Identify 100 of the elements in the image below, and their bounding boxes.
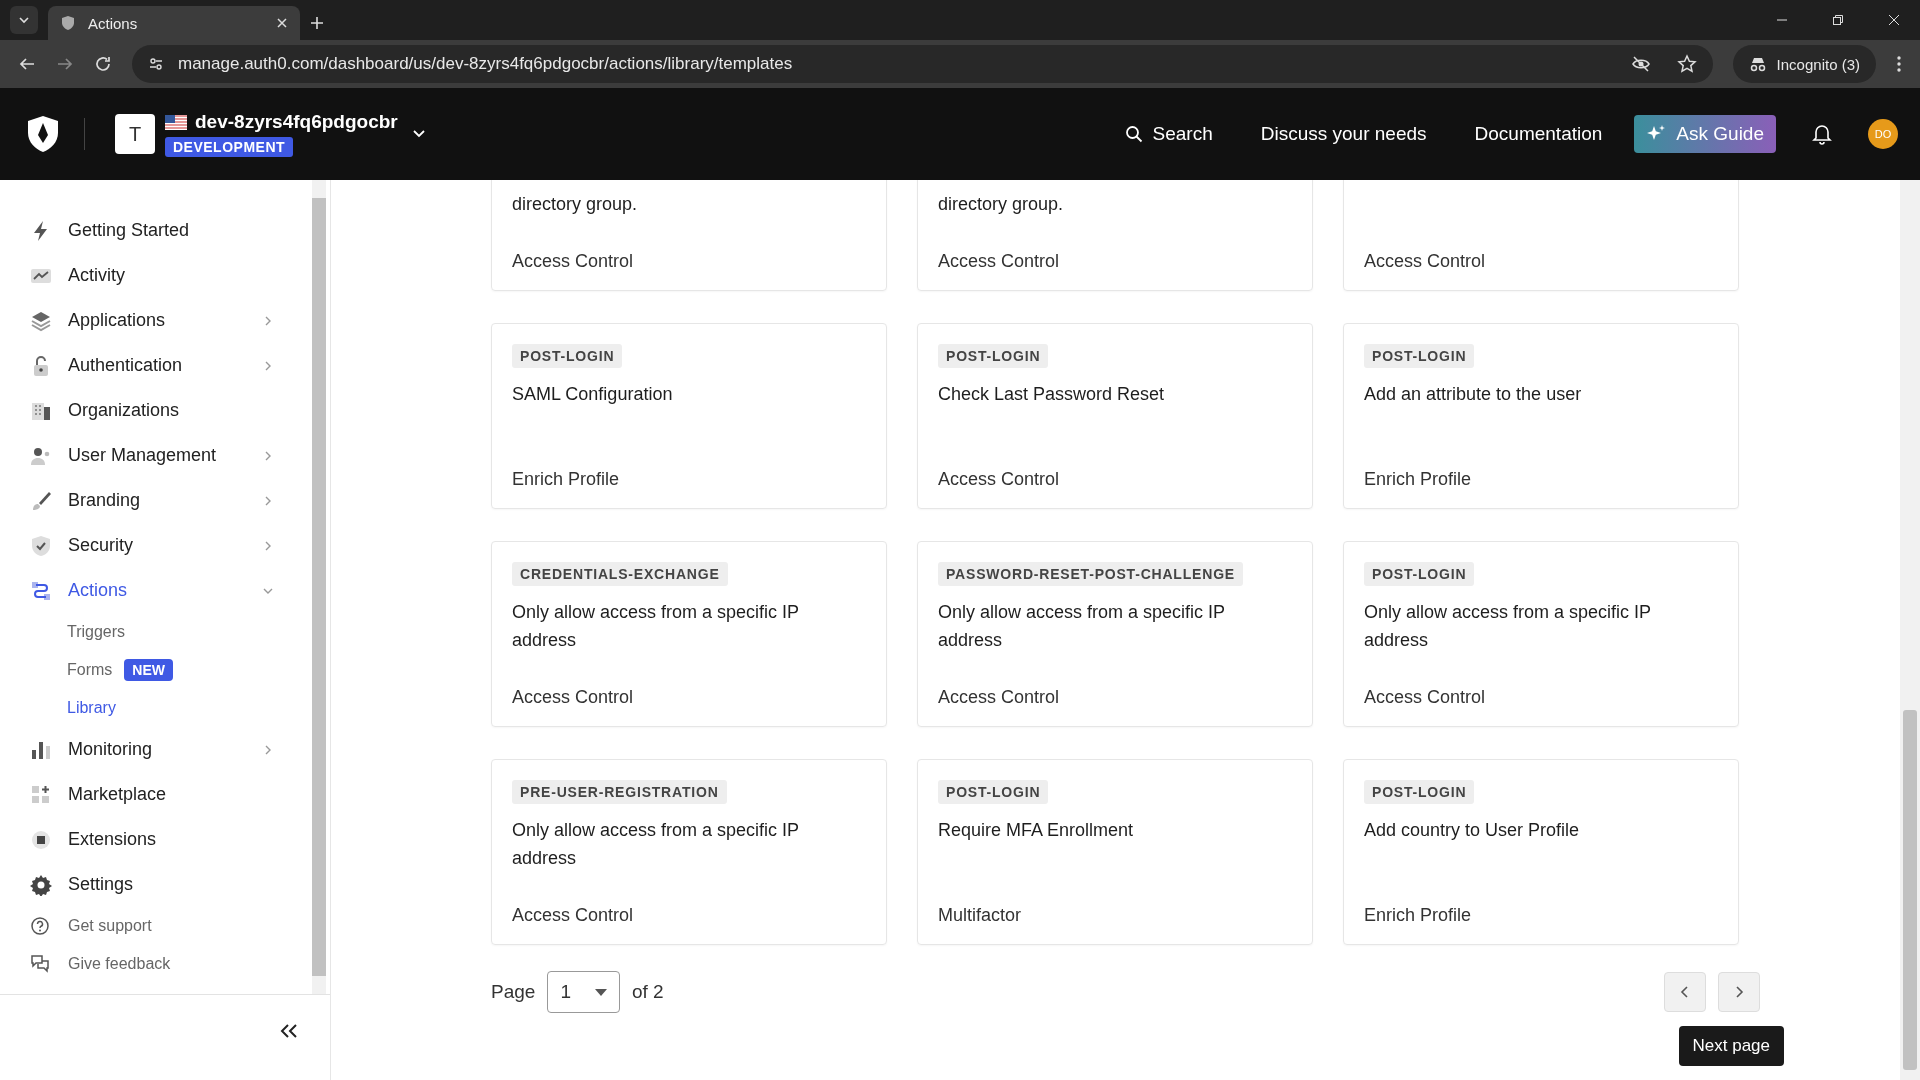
nav-item[interactable]: Marketplace bbox=[30, 772, 312, 817]
shield-logo-icon[interactable] bbox=[26, 115, 60, 153]
trigger-tag: POST-LOGIN bbox=[1364, 344, 1475, 368]
brush-icon bbox=[30, 489, 52, 512]
site-settings-icon[interactable] bbox=[148, 56, 164, 72]
template-category: Access Control bbox=[938, 687, 1061, 708]
scrollbar[interactable] bbox=[1900, 180, 1920, 1080]
template-category: Access Control bbox=[512, 251, 635, 272]
new-badge: NEW bbox=[124, 659, 173, 681]
template-title: Only allow access from a specific IP address bbox=[1364, 601, 1652, 652]
close-icon[interactable] bbox=[1888, 14, 1900, 26]
trigger-tag: POST-LOGIN bbox=[1364, 780, 1475, 804]
trigger-tag: POST-LOGIN bbox=[938, 780, 1049, 804]
template-category: Access Control bbox=[512, 905, 635, 926]
shield-icon bbox=[60, 15, 76, 31]
ask-guide-button[interactable]: Ask Guide bbox=[1634, 115, 1776, 153]
caret-icon bbox=[594, 988, 607, 996]
trigger-tag: CREDENTIALS-EXCHANGE bbox=[512, 562, 728, 586]
nav-item[interactable]: Activity bbox=[30, 253, 312, 298]
template-card[interactable]: directory group. Access Control bbox=[917, 180, 1313, 291]
page-count: of 2 bbox=[631, 981, 664, 1003]
template-card[interactable]: POST-LOGIN Only allow access from a specific IP address Access Control bbox=[1343, 541, 1739, 727]
template-category: Access Control bbox=[938, 469, 1061, 490]
template-title: directory group. bbox=[938, 193, 1065, 216]
gear-icon bbox=[30, 873, 52, 896]
reload-icon[interactable] bbox=[94, 55, 112, 73]
more-icon[interactable] bbox=[1896, 55, 1902, 73]
template-category: Enrich Profile bbox=[1364, 905, 1473, 926]
template-title: directory group. bbox=[512, 193, 639, 216]
chevron-left-icon bbox=[1680, 985, 1690, 999]
page-select[interactable]: 1 bbox=[547, 971, 620, 1013]
trigger-tag: POST-LOGIN bbox=[512, 344, 623, 368]
nav-item[interactable]: Monitoring bbox=[30, 727, 312, 772]
environment-badge: DEVELOPMENT bbox=[165, 137, 294, 157]
nav-item[interactable]: Actions bbox=[30, 568, 312, 613]
nav-item[interactable]: Organizations bbox=[30, 388, 312, 433]
restore-icon[interactable] bbox=[1832, 14, 1844, 26]
eye-slash-icon[interactable] bbox=[1630, 54, 1651, 74]
template-category: Access Control bbox=[1364, 251, 1487, 272]
search-button[interactable]: Search bbox=[1124, 123, 1213, 145]
tab-search-button[interactable] bbox=[10, 6, 38, 34]
trigger-tag: POST-LOGIN bbox=[938, 344, 1049, 368]
flag-icon bbox=[165, 114, 187, 130]
tenant-avatar[interactable]: T bbox=[115, 114, 155, 154]
template-title: Only allow access from a specific IP address bbox=[938, 601, 1226, 652]
template-card[interactable]: POST-LOGIN Require MFA Enrollment Multifactor bbox=[917, 759, 1313, 945]
page-label: Page bbox=[491, 981, 536, 1003]
template-title: Require MFA Enrollment bbox=[938, 819, 1135, 842]
sidebar-link[interactable]: Give feedback bbox=[30, 945, 312, 983]
template-card[interactable]: POST-LOGIN SAML Configuration Enrich Profile bbox=[491, 323, 887, 509]
address-bar[interactable]: manage.auth0.com/dashboard/us/dev-8zyrs4fq6pdgocbr/actions/library/templates bbox=[132, 45, 1713, 83]
template-card[interactable]: POST-LOGIN Check Last Password Reset Access Control bbox=[917, 323, 1313, 509]
actions-icon bbox=[30, 579, 52, 602]
nav-subitem[interactable]: Forms bbox=[67, 661, 113, 679]
nav-item[interactable]: Security bbox=[30, 523, 312, 568]
header-link[interactable]: Discuss your needs bbox=[1260, 123, 1427, 145]
nav-subitem[interactable]: Library bbox=[67, 699, 116, 717]
template-card[interactable]: Access Control bbox=[1343, 180, 1739, 291]
bell-icon[interactable] bbox=[1812, 123, 1832, 145]
incognito-button[interactable]: Incognito (3) bbox=[1732, 45, 1876, 83]
chevron-right-icon bbox=[1734, 985, 1744, 999]
nav-item[interactable]: Extensions bbox=[30, 817, 312, 862]
collapse-icon[interactable] bbox=[280, 1022, 298, 1039]
template-card[interactable]: POST-LOGIN Add country to User Profile Enrich Profile bbox=[1343, 759, 1739, 945]
help-icon bbox=[30, 916, 50, 936]
tenant-name[interactable]: dev-8zyrs4fq6pdgocbr bbox=[195, 111, 398, 133]
template-title: Check Last Password Reset bbox=[938, 383, 1166, 406]
template-title: SAML Configuration bbox=[512, 383, 674, 406]
header-link[interactable]: Documentation bbox=[1474, 123, 1603, 145]
nav-item[interactable]: Getting Started bbox=[30, 208, 312, 253]
template-card[interactable]: POST-LOGIN Add an attribute to the user Enrich Profile bbox=[1343, 323, 1739, 509]
template-category: Enrich Profile bbox=[1364, 469, 1473, 490]
template-category: Multifactor bbox=[938, 905, 1023, 926]
template-card[interactable]: directory group. Access Control bbox=[491, 180, 887, 291]
close-icon[interactable] bbox=[276, 17, 288, 29]
browser-tab[interactable]: Actions bbox=[48, 6, 300, 40]
template-title: Only allow access from a specific IP address bbox=[512, 601, 800, 652]
nav-item[interactable]: User Management bbox=[30, 433, 312, 478]
template-card[interactable]: PRE-USER-REGISTRATION Only allow access from a specific IP address Access Control bbox=[491, 759, 887, 945]
new-tab-icon[interactable] bbox=[310, 16, 324, 30]
trigger-tag: PRE-USER-REGISTRATION bbox=[512, 780, 727, 804]
template-card[interactable]: PASSWORD-RESET-POST-CHALLENGE Only allow access from a specific IP address Access Control bbox=[917, 541, 1313, 727]
shield-icon bbox=[30, 534, 52, 557]
nav-item[interactable]: Settings bbox=[30, 862, 312, 907]
nav-item[interactable]: Branding bbox=[30, 478, 312, 523]
incognito-icon bbox=[1748, 56, 1767, 72]
trigger-tag: POST-LOGIN bbox=[1364, 562, 1475, 586]
chevron-down-icon[interactable] bbox=[411, 129, 426, 139]
sidebar-link[interactable]: Get support bbox=[30, 907, 312, 945]
chat-icon bbox=[30, 954, 50, 974]
scrollbar[interactable] bbox=[312, 180, 326, 994]
star-icon[interactable] bbox=[1676, 54, 1697, 74]
template-category: Access Control bbox=[938, 251, 1061, 272]
template-card[interactable]: CREDENTIALS-EXCHANGE Only allow access from a specific IP address Access Control bbox=[491, 541, 887, 727]
nav-item[interactable]: Authentication bbox=[30, 343, 312, 388]
chevron-down-icon bbox=[18, 14, 30, 26]
template-category: Access Control bbox=[1364, 687, 1487, 708]
nav-item[interactable]: Applications bbox=[30, 298, 312, 343]
template-category: Access Control bbox=[512, 687, 635, 708]
nav-subitem[interactable]: Triggers bbox=[67, 623, 126, 641]
